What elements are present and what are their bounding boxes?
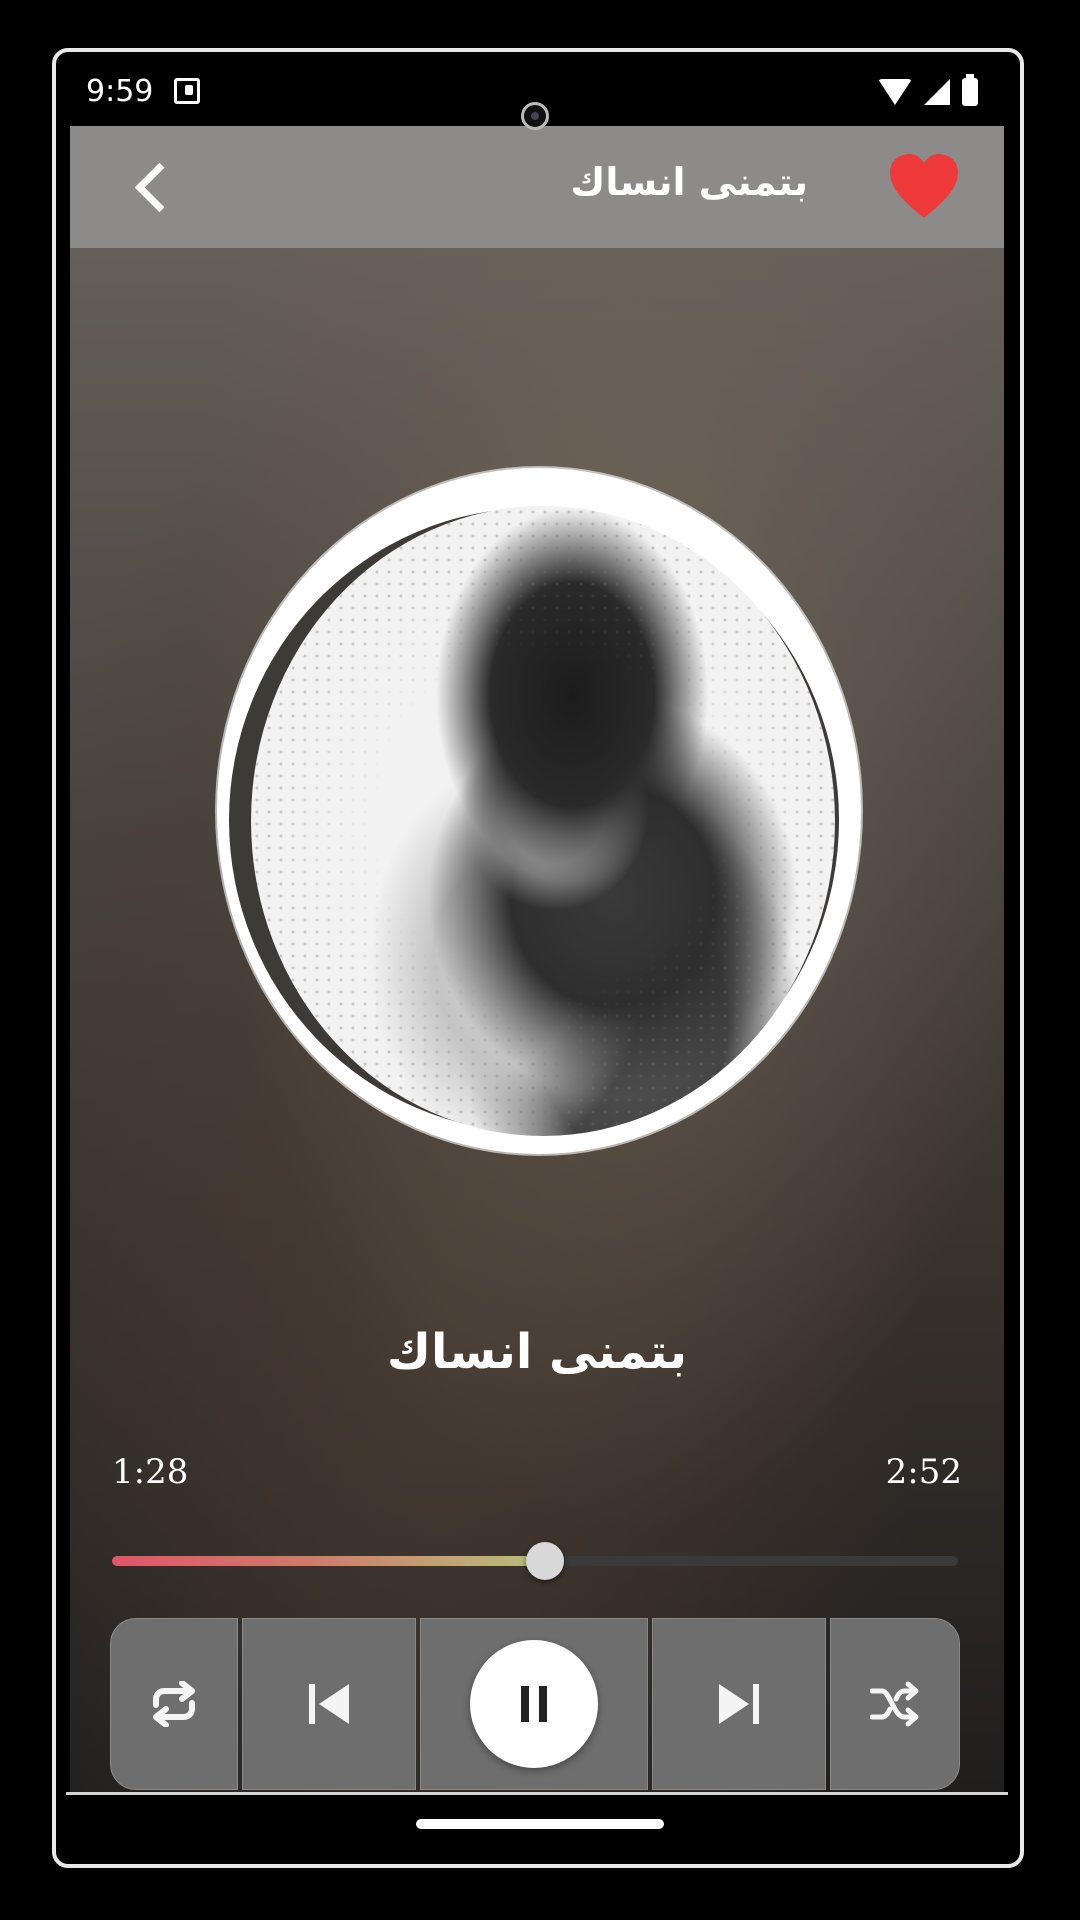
previous-button[interactable] xyxy=(242,1618,416,1790)
status-time: 9:59 xyxy=(86,74,154,109)
heart-icon xyxy=(890,154,958,218)
shuffle-icon xyxy=(870,1681,919,1727)
music-note-icon xyxy=(174,78,200,104)
shuffle-button[interactable] xyxy=(830,1618,960,1790)
favorite-button[interactable] xyxy=(888,152,960,222)
player-screen: بتمنى انساك بتمنى انساك 1:28 2:52 xyxy=(70,126,1004,1792)
front-camera xyxy=(521,102,549,130)
home-gesture-handle[interactable] xyxy=(416,1819,664,1829)
play-pause-button[interactable] xyxy=(420,1618,648,1790)
pause-icon xyxy=(521,1686,547,1722)
skip-previous-icon xyxy=(309,1684,349,1724)
battery-icon xyxy=(962,74,978,106)
back-button[interactable] xyxy=(128,156,188,218)
device-screen: 9:59 بتمنى انساك بتمنى انساك 1:28 2:52 xyxy=(66,60,1008,1856)
skip-next-icon xyxy=(719,1684,759,1724)
navigation-bar xyxy=(66,1792,1008,1856)
repeat-icon xyxy=(153,1681,195,1727)
album-artwork xyxy=(217,468,861,1154)
seek-progress xyxy=(112,1556,546,1566)
artwork-dot-pattern xyxy=(251,506,835,1136)
seek-thumb[interactable] xyxy=(526,1542,565,1580)
playback-controls xyxy=(110,1618,962,1790)
time-total: 2:52 xyxy=(885,1452,962,1492)
play-pause-circle xyxy=(470,1640,598,1768)
next-button[interactable] xyxy=(652,1618,826,1790)
header-title: بتمنى انساك xyxy=(570,160,809,204)
status-icons xyxy=(878,74,978,108)
time-elapsed: 1:28 xyxy=(112,1452,189,1492)
chevron-left-icon xyxy=(134,162,185,213)
wifi-icon xyxy=(878,79,912,105)
signal-icon xyxy=(924,79,950,105)
seek-bar[interactable] xyxy=(112,1542,958,1580)
top-bar: بتمنى انساك xyxy=(70,126,1004,248)
repeat-button[interactable] xyxy=(110,1618,238,1790)
song-title: بتمنى انساك xyxy=(387,1324,687,1380)
